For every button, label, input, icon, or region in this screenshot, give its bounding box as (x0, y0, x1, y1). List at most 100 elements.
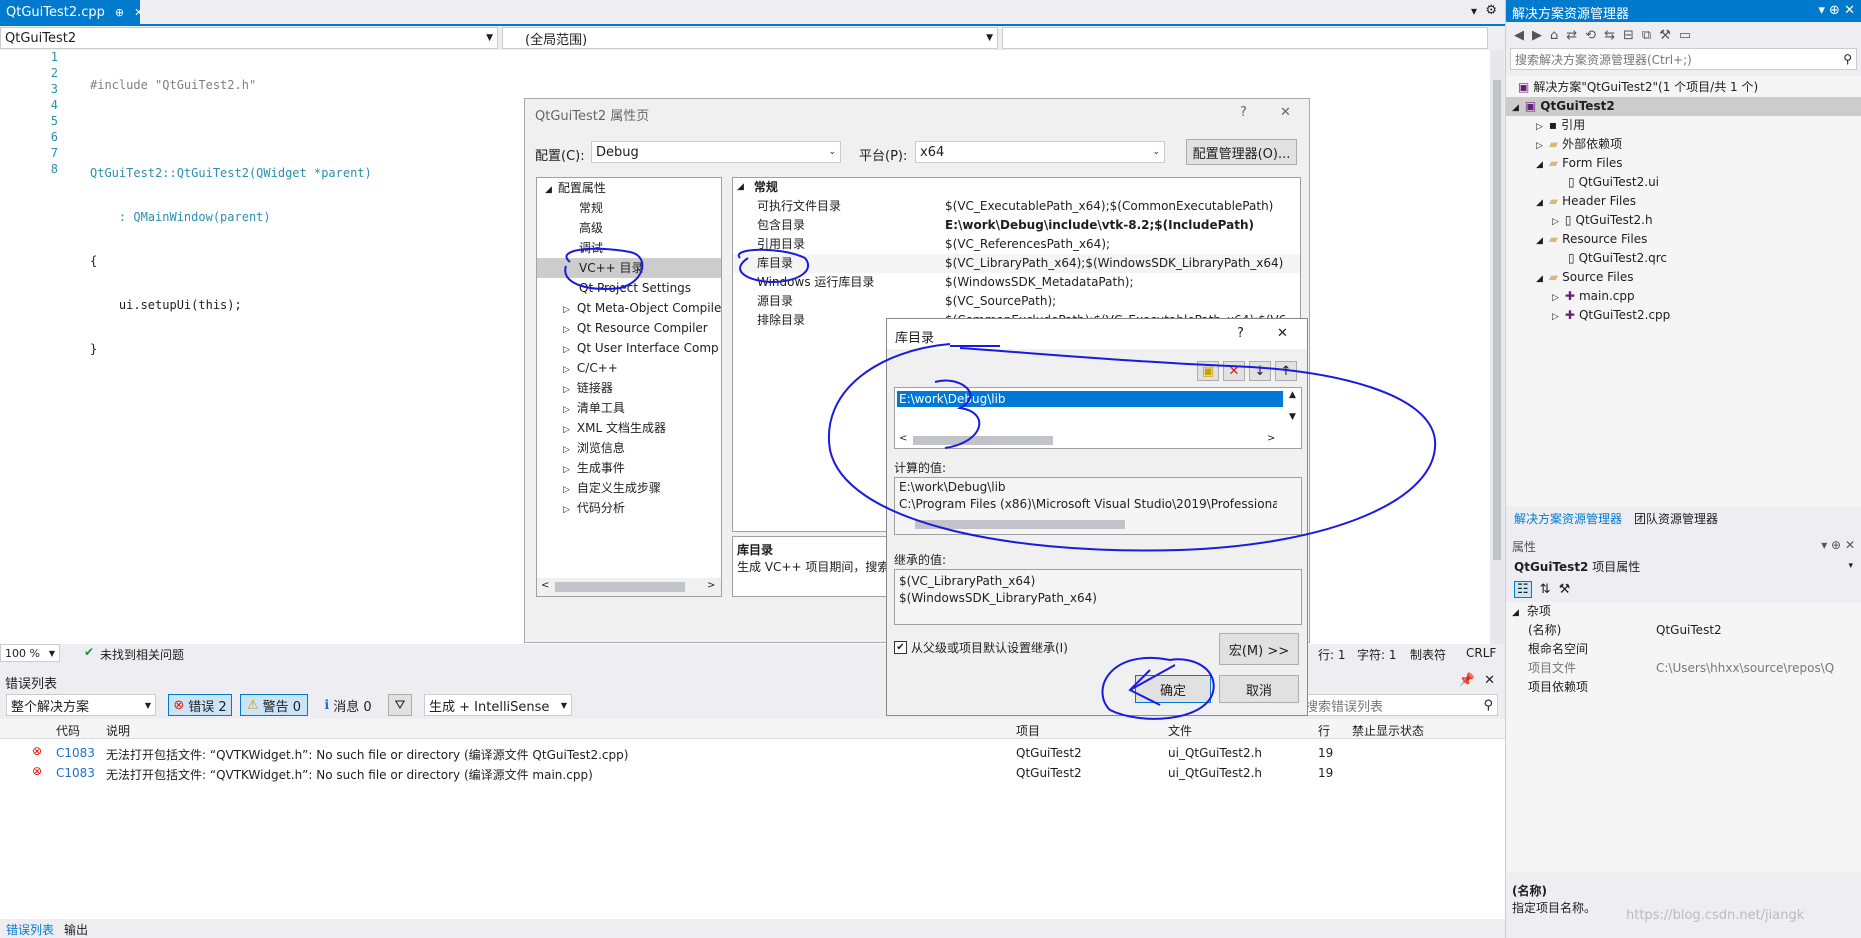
chevron-down-icon[interactable]: ▾ (1821, 538, 1827, 552)
tree-item-label: Source Files (1562, 270, 1634, 284)
tree-item[interactable]: ▷ ✚ main.cpp (1506, 287, 1861, 306)
properties-grid: ◢ 杂项 (名称) QtGuiTest2 根命名空间 项目文件 C:\Users\hh… (1506, 602, 1861, 872)
expand-arrow-icon[interactable]: ▷ (1536, 122, 1543, 132)
expand-arrow-icon[interactable]: ▷ (1552, 312, 1559, 322)
tree-item-label: main.cpp (1578, 289, 1635, 303)
expand-arrow-icon[interactable]: ▷ (1552, 293, 1559, 303)
forward-icon[interactable]: ▶ (1532, 28, 1542, 43)
search-icon: ⚲ (1843, 52, 1852, 66)
file-icon: ▯ (1568, 175, 1575, 189)
tree-item[interactable]: ◢ ▰ Form Files (1506, 154, 1861, 173)
cpp-icon: ✚ (1564, 289, 1575, 303)
tree-item-label: QtGuiTest2.cpp (1578, 308, 1671, 322)
close-icon[interactable]: ✕ (1844, 3, 1855, 18)
folder-icon: ▰ (1548, 137, 1559, 151)
properties-toolbar: ☷ ⇅ ⚒ (1506, 576, 1861, 602)
tree-item-label: QtGuiTest2 (1540, 99, 1615, 113)
grid-row-name: 项目依赖项 (1528, 680, 1589, 694)
back-icon[interactable]: ◀ (1514, 28, 1524, 43)
solution-search-input[interactable]: 搜索解决方案资源管理器(Ctrl+;) ⚲ (1510, 48, 1857, 70)
tree-item[interactable]: ▯ QtGuiTest2.ui (1506, 173, 1861, 192)
tree-item-label: Header Files (1562, 194, 1636, 208)
expand-arrow-icon[interactable]: ◢ (1536, 160, 1543, 170)
expand-arrow-icon[interactable]: ◢ (1536, 198, 1543, 208)
solution-explorer-title: 解决方案资源管理器 (1512, 7, 1630, 22)
sync-icon[interactable]: ⇆ (1604, 28, 1615, 43)
history-icon[interactable]: ⟲ (1585, 28, 1596, 43)
chevron-down-icon[interactable]: ▾ (1818, 3, 1825, 18)
properties-object-dropdown[interactable]: QtGuiTest2 项目属性 ▾ (1510, 556, 1857, 576)
tree-item-label: Resource Files (1562, 232, 1648, 246)
pin-icon[interactable]: ⊕ (1829, 3, 1840, 18)
folder-icon: ▰ (1548, 270, 1559, 284)
solution-tree: ▣ 解决方案"QtGuiTest2"(1 个项目/共 1 个) ◢ ▣ QtGuiTe… (1506, 76, 1861, 506)
categorized-icon[interactable]: ☷ (1514, 580, 1532, 598)
annotation-circle-lib-dir (737, 248, 810, 284)
grid-row-value: C:\Users\hhxx\source\repos\Q (1656, 661, 1835, 675)
tree-item-selected[interactable]: ◢ ▣ QtGuiTest2 (1506, 97, 1861, 116)
pin-icon[interactable]: ⊕ (1831, 538, 1841, 552)
copy-icon[interactable]: ⧉ (1642, 28, 1651, 43)
wrench-icon[interactable]: ⚒ (1559, 582, 1571, 597)
annotation-circle-ok (1101, 657, 1215, 720)
folder-icon: ▰ (1548, 194, 1559, 208)
properties-category: 杂项 (1526, 604, 1551, 618)
grid-row-name: 项目文件 (1528, 661, 1577, 675)
collapse-icon[interactable]: ◢ (1512, 608, 1519, 618)
grid-section-header[interactable]: ◢ 杂项 (1506, 602, 1861, 621)
collapse-all-icon[interactable]: ⊟ (1623, 28, 1634, 43)
file-icon: ▯ (1564, 213, 1572, 227)
expand-arrow-icon[interactable]: ◢ (1536, 274, 1543, 284)
grid-row[interactable]: 项目文件 C:\Users\hhxx\source\repos\Q (1506, 659, 1861, 678)
description-title: (名称) (1512, 884, 1547, 898)
right-dock: 解决方案资源管理器 ▾ ⊕ ✕ ◀ ▶ ⌂ ⇄ ⟲ ⇆ ⊟ ⧉ ⚒ ▭ 搜索解决方案资源管理器(C… (1505, 0, 1861, 938)
tree-item[interactable]: ◢ ▰ Source Files (1506, 268, 1861, 287)
solution-explorer-header: 解决方案资源管理器 ▾ ⊕ ✕ (1506, 0, 1861, 22)
tree-item-label: QtGuiTest2.h (1575, 213, 1653, 227)
properties-title: 属性 (1512, 540, 1537, 554)
references-icon: ▪ (1548, 118, 1558, 132)
solution-search-placeholder: 搜索解决方案资源管理器(Ctrl+;) (1515, 52, 1692, 67)
properties-object-type: 项目属性 (1592, 559, 1641, 574)
close-icon[interactable]: ✕ (1845, 538, 1855, 552)
solution-icon: ▣ (1518, 80, 1530, 94)
solution-explorer-toolbar: ◀ ▶ ⌂ ⇄ ⟲ ⇆ ⊟ ⧉ ⚒ ▭ (1506, 22, 1861, 48)
cpp-icon: ✚ (1564, 308, 1575, 322)
tree-item[interactable]: ◢ ▰ Resource Files (1506, 230, 1861, 249)
chevron-down-icon: ▾ (1848, 561, 1853, 571)
properties-object: QtGuiTest2 (1514, 559, 1589, 574)
tree-item[interactable]: ◢ ▰ Header Files (1506, 192, 1861, 211)
tab-team-explorer[interactable]: 团队资源管理器 (1634, 510, 1718, 530)
expand-arrow-icon[interactable]: ◢ (1512, 103, 1519, 113)
switch-views-icon[interactable]: ⇄ (1566, 28, 1577, 43)
file-icon: ▯ (1568, 251, 1575, 265)
tree-item-label: 解决方案"QtGuiTest2"(1 个项目/共 1 个) (1533, 80, 1759, 94)
tree-item[interactable]: ▷ ✚ QtGuiTest2.cpp (1506, 306, 1861, 325)
annotation-ellipse-entries (827, 343, 1437, 552)
wrench-icon[interactable]: ⚒ (1659, 28, 1671, 43)
grid-row-name: (名称) (1528, 623, 1562, 637)
annotation-number-3 (934, 379, 981, 449)
preview-icon[interactable]: ▭ (1679, 28, 1691, 43)
grid-row[interactable]: 项目依赖项 (1506, 678, 1861, 697)
tree-item-label: QtGuiTest2.ui (1578, 175, 1660, 189)
tree-item[interactable]: ▷ ▪ 引用 (1506, 116, 1861, 135)
expand-arrow-icon[interactable]: ▷ (1536, 141, 1543, 151)
tree-item[interactable]: ▷ ▰ 外部依赖项 (1506, 135, 1861, 154)
folder-icon: ▰ (1548, 156, 1559, 170)
home-icon[interactable]: ⌂ (1550, 28, 1558, 43)
project-icon: ▣ (1524, 99, 1537, 113)
grid-row-value: QtGuiTest2 (1656, 623, 1722, 637)
tree-item[interactable]: ▯ QtGuiTest2.qrc (1506, 249, 1861, 268)
grid-row[interactable]: 根命名空间 (1506, 640, 1861, 659)
expand-arrow-icon[interactable]: ▷ (1552, 217, 1559, 227)
tree-item-label: QtGuiTest2.qrc (1578, 251, 1667, 265)
grid-row[interactable]: (名称) QtGuiTest2 (1506, 621, 1861, 640)
expand-arrow-icon[interactable]: ◢ (1536, 236, 1543, 246)
tab-solution-explorer[interactable]: 解决方案资源管理器 (1514, 510, 1622, 530)
folder-icon: ▰ (1548, 232, 1559, 246)
alphabetical-icon[interactable]: ⇅ (1540, 582, 1551, 597)
tree-item[interactable]: ▷ ▯ QtGuiTest2.h (1506, 211, 1861, 230)
tree-item-label: 外部依赖项 (1562, 137, 1623, 151)
tree-item[interactable]: ▣ 解决方案"QtGuiTest2"(1 个项目/共 1 个) (1506, 78, 1861, 97)
